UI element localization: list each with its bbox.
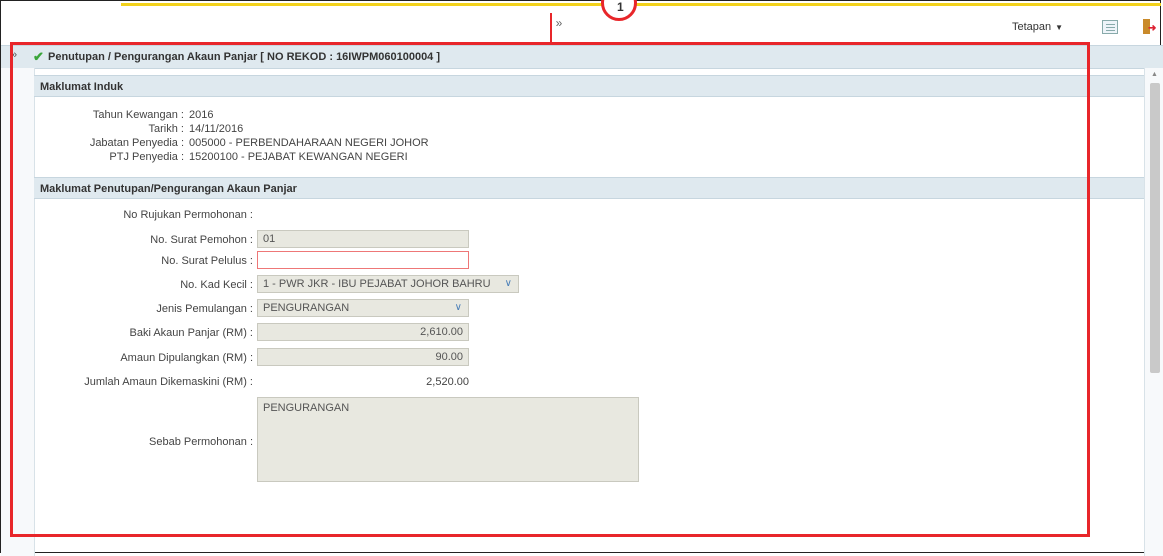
no-surat-pelulus-label: No. Surat Pelulus : [161,255,253,267]
page-title-bar: » ✔ Penutupan / Pengurangan Akaun Panjar… [1,45,1163,69]
info-row-jabatan: Jabatan Penyedia : 005000 - PERBENDAHARA… [34,137,434,150]
settings-menu[interactable]: Tetapan ▼ [1012,21,1063,33]
jenis-pemulangan-label: Jenis Pemulangan : [156,303,253,315]
no-kad-kecil-value: 1 - PWR JKR - IBU PEJABAT JOHOR BAHRU [263,278,491,290]
baki-label: Baki Akaun Panjar (RM) : [129,327,254,339]
info-value: 2016 [189,109,214,121]
settings-label: Tetapan [1012,21,1052,33]
annotation-number: 1 [617,0,624,14]
page-title: Penutupan / Pengurangan Akaun Panjar [ N… [48,51,441,63]
exit-icon[interactable]: ➜ [1143,19,1156,35]
scroll-up-icon[interactable]: ▲ [1151,71,1158,78]
double-chevron-up-icon[interactable]: » [550,15,568,31]
jenis-pemulangan-select[interactable]: PENGURANGAN ∨ [257,299,469,317]
info-row-tarikh: Tarikh : 14/11/2016 [34,123,434,136]
row-no-kad-kecil: No. Kad Kecil : 1 - PWR JKR - IBU PEJABA… [34,275,1134,295]
sebab-permohonan-textarea[interactable]: PENGURANGAN [257,397,639,482]
expand-sidebar-icon[interactable]: » [11,49,17,61]
app-window: 1 » Tetapan ▼ ➜ » ✔ Penutupan / Pengurang… [0,0,1163,556]
list-view-icon[interactable] [1102,20,1118,34]
amaun-label: Amaun Dipulangkan (RM) : [120,352,253,364]
row-jenis-pemulangan: Jenis Pemulangan : PENGURANGAN ∨ [34,299,1134,319]
no-surat-pemohon-field[interactable]: 01 [257,230,469,248]
jumlah-value: 2,520.00 [426,376,469,388]
row-baki: Baki Akaun Panjar (RM) : 2,610.00 [34,323,1134,343]
info-value: 005000 - PERBENDAHARAAN NEGERI JOHOR [189,137,429,149]
info-label: Tahun Kewangan : [92,109,184,121]
info-label: Jabatan Penyedia : [89,137,184,149]
scrollbar-thumb[interactable] [1150,83,1160,373]
section-header-induk: Maklumat Induk [34,75,1144,97]
no-surat-pemohon-label: No. Surat Pemohon : [150,234,253,246]
row-no-surat-pemohon: No. Surat Pemohon : 01 [34,230,1134,250]
row-no-surat-pelulus: No. Surat Pelulus : [34,251,1134,271]
caret-down-icon: ▼ [1055,23,1064,32]
section-title: Maklumat Induk [40,81,124,93]
info-label: PTJ Penyedia : [109,151,184,163]
sebab-label: Sebab Permohonan : [149,436,253,448]
left-gutter [1,68,35,556]
no-kad-kecil-label: No. Kad Kecil : [180,279,253,291]
annotation-circle: 1 [601,0,637,21]
info-row-ptj: PTJ Penyedia : 15200100 - PEJABAT KEWANG… [34,151,434,164]
section-title: Maklumat Penutupan/Pengurangan Akaun Pan… [40,183,297,195]
row-amaun: Amaun Dipulangkan (RM) : 90.00 [34,348,1134,368]
info-row-tahun: Tahun Kewangan : 2016 [34,109,434,122]
chevron-down-icon: ∨ [454,302,462,313]
info-value: 15200100 - PEJABAT KEWANGAN NEGERI [189,151,408,163]
section-header-penutupan: Maklumat Penutupan/Pengurangan Akaun Pan… [34,177,1144,199]
info-label: Tarikh : [148,123,184,135]
jenis-pemulangan-value: PENGURANGAN [263,302,350,314]
no-surat-pelulus-input[interactable] [257,251,469,269]
row-no-rujukan: No Rujukan Permohonan : [34,205,1134,225]
row-jumlah: Jumlah Amaun Dikemaskini (RM) : 2,520.00 [34,372,1134,392]
jumlah-label: Jumlah Amaun Dikemaskini (RM) : [84,376,253,388]
baki-field: 2,610.00 [257,323,469,341]
info-value: 14/11/2016 [189,123,244,135]
top-accent-bar [121,3,1161,6]
check-icon: ✔ [33,49,44,64]
no-kad-kecil-select[interactable]: 1 - PWR JKR - IBU PEJABAT JOHOR BAHRU ∨ [257,275,519,293]
chevron-down-icon: ∨ [504,278,512,289]
no-rujukan-label: No Rujukan Permohonan : [123,209,253,221]
amaun-field[interactable]: 90.00 [257,348,469,366]
